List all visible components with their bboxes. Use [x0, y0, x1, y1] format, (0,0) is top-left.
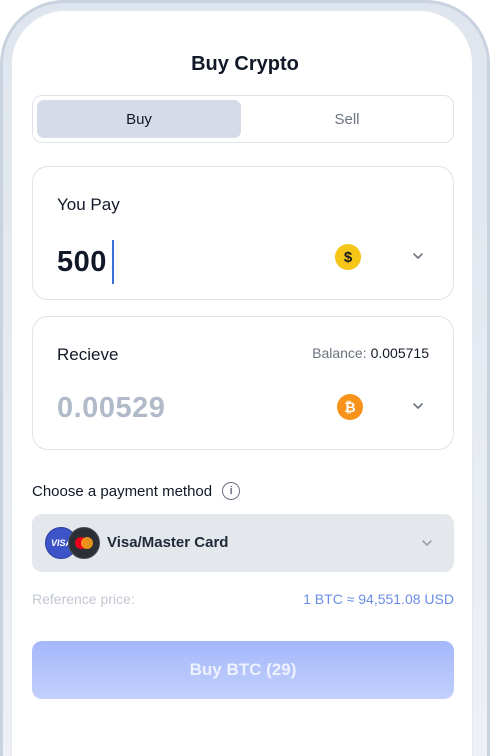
tab-buy[interactable]: Buy [37, 100, 241, 138]
pay-amount-value: 500 [57, 245, 107, 278]
reference-price-label: Reference price: [32, 591, 135, 607]
pay-label: You Pay [57, 195, 120, 214]
chevron-down-icon [422, 540, 432, 546]
receive-card: Recieve Balance: 0.005715 0.00529 ₿ [32, 316, 454, 450]
balance-value: 0.005715 [370, 345, 429, 361]
receive-label: Recieve [57, 345, 119, 364]
mastercard-icon [68, 527, 100, 559]
pay-card: You Pay 500 $ [32, 166, 454, 300]
receive-currency-chevron-down-icon[interactable] [411, 399, 425, 413]
balance-label: Balance: [312, 345, 367, 361]
balance: Balance: 0.005715 [312, 345, 429, 361]
payment-method-select[interactable]: VISA Visa/Master Card [32, 514, 454, 572]
mastercard-orange-circle [81, 537, 93, 549]
page-title: Buy Crypto [191, 53, 299, 75]
pay-amount-input[interactable]: 500 [57, 240, 114, 284]
buy-sell-toggle: Buy Sell [32, 95, 454, 143]
reference-price-row: Reference price: 1 BTC ≈ 94,551.08 USD [32, 591, 454, 607]
pay-currency-chevron-down-icon[interactable] [411, 249, 425, 263]
receive-amount: 0.00529 [57, 392, 166, 424]
payment-method-heading: Choose a payment method i [32, 482, 241, 500]
text-caret [111, 240, 114, 284]
payment-method-value: Visa/Master Card [107, 534, 229, 551]
dollar-coin-icon: $ [335, 244, 361, 270]
reference-price-value: 1 BTC ≈ 94,551.08 USD [303, 591, 454, 607]
bitcoin-coin-icon: ₿ [337, 394, 363, 420]
info-icon[interactable]: i [222, 482, 241, 500]
buy-btc-button[interactable]: Buy BTC (29) [32, 641, 454, 699]
payment-method-label: Choose a payment method [32, 482, 213, 500]
tab-sell[interactable]: Sell [245, 100, 449, 138]
